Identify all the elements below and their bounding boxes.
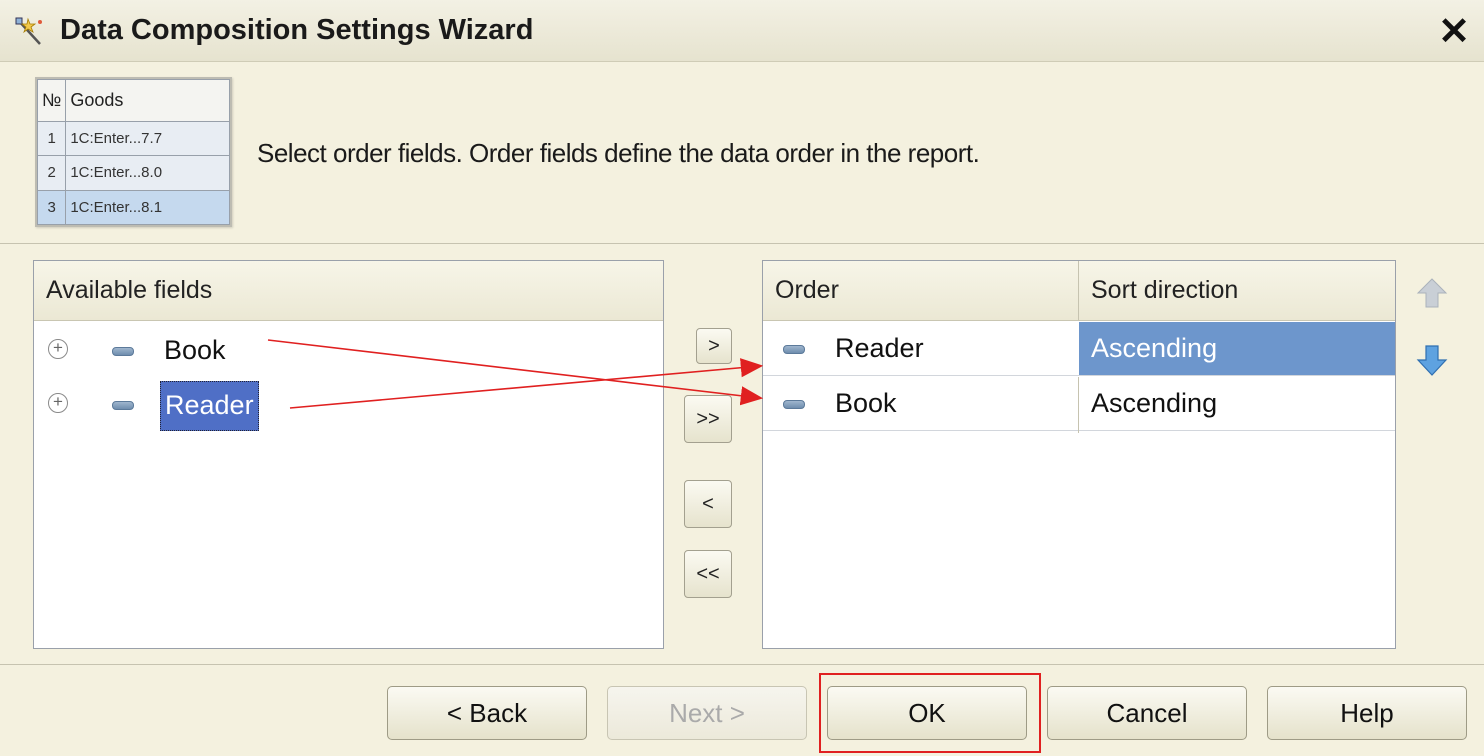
wizard-wand-icon [15, 17, 42, 45]
close-icon[interactable]: ✕ [1434, 12, 1474, 52]
available-field-row[interactable]: + Book [34, 327, 663, 377]
order-row[interactable]: Book Ascending [763, 377, 1395, 431]
instruction-text: Select order fields. Order fields define… [257, 138, 980, 168]
order-field-label: Reader [835, 333, 924, 363]
available-field-row[interactable]: + Reader [34, 381, 663, 431]
add-all-fields-button[interactable]: >> [684, 395, 732, 443]
sort-direction-column-header[interactable]: Sort direction [1078, 261, 1396, 321]
thumb-row-num: 3 [36, 189, 67, 226]
remove-all-fields-button[interactable]: << [684, 550, 732, 598]
order-fields-panel[interactable]: Order Sort direction Reader Ascending Bo… [762, 260, 1396, 649]
next-button[interactable]: Next > [607, 686, 807, 740]
available-field-label-selected: Reader [160, 381, 259, 431]
field-icon [783, 345, 805, 354]
column-divider [1078, 377, 1079, 433]
thumb-col-goods: Goods [65, 79, 230, 122]
move-up-icon[interactable] [1416, 277, 1448, 311]
help-button[interactable]: Help [1267, 686, 1467, 740]
ok-highlight-annotation [819, 673, 1041, 753]
available-fields-panel[interactable]: Available fields + Book + Reader [33, 260, 664, 649]
add-field-button[interactable]: > [696, 328, 732, 364]
thumb-row-goods: 1C:Enter...8.0 [65, 155, 230, 191]
report-preview-thumbnail: № Goods 1 1C:Enter...7.7 2 1C:Enter...8.… [35, 77, 232, 227]
thumb-row-goods: 1C:Enter...8.1 [65, 189, 230, 226]
expand-icon[interactable]: + [48, 393, 68, 413]
wizard-window: Data Composition Settings Wizard ✕ № Goo… [0, 0, 1484, 756]
title-bar: Data Composition Settings Wizard ✕ [0, 0, 1484, 62]
available-fields-header: Available fields [34, 261, 663, 321]
thumb-row-goods: 1C:Enter...7.7 [65, 120, 230, 157]
window-title: Data Composition Settings Wizard [60, 14, 534, 46]
thumb-row-num: 1 [36, 120, 67, 157]
remove-field-button[interactable]: < [684, 480, 732, 528]
order-field-label: Book [835, 388, 897, 418]
cancel-button[interactable]: Cancel [1047, 686, 1247, 740]
move-down-icon[interactable] [1416, 343, 1448, 377]
expand-icon[interactable]: + [48, 339, 68, 359]
back-button[interactable]: < Back [387, 686, 587, 740]
thumb-row-num: 2 [36, 155, 67, 191]
field-icon [112, 401, 134, 410]
field-icon [112, 347, 134, 356]
available-field-label: Book [164, 335, 226, 365]
thumb-col-num: № [36, 79, 67, 122]
sort-direction-cell[interactable]: Ascending [1079, 322, 1395, 375]
field-icon [783, 400, 805, 409]
sort-direction-cell[interactable]: Ascending [1079, 377, 1395, 430]
order-row[interactable]: Reader Ascending [763, 322, 1395, 376]
